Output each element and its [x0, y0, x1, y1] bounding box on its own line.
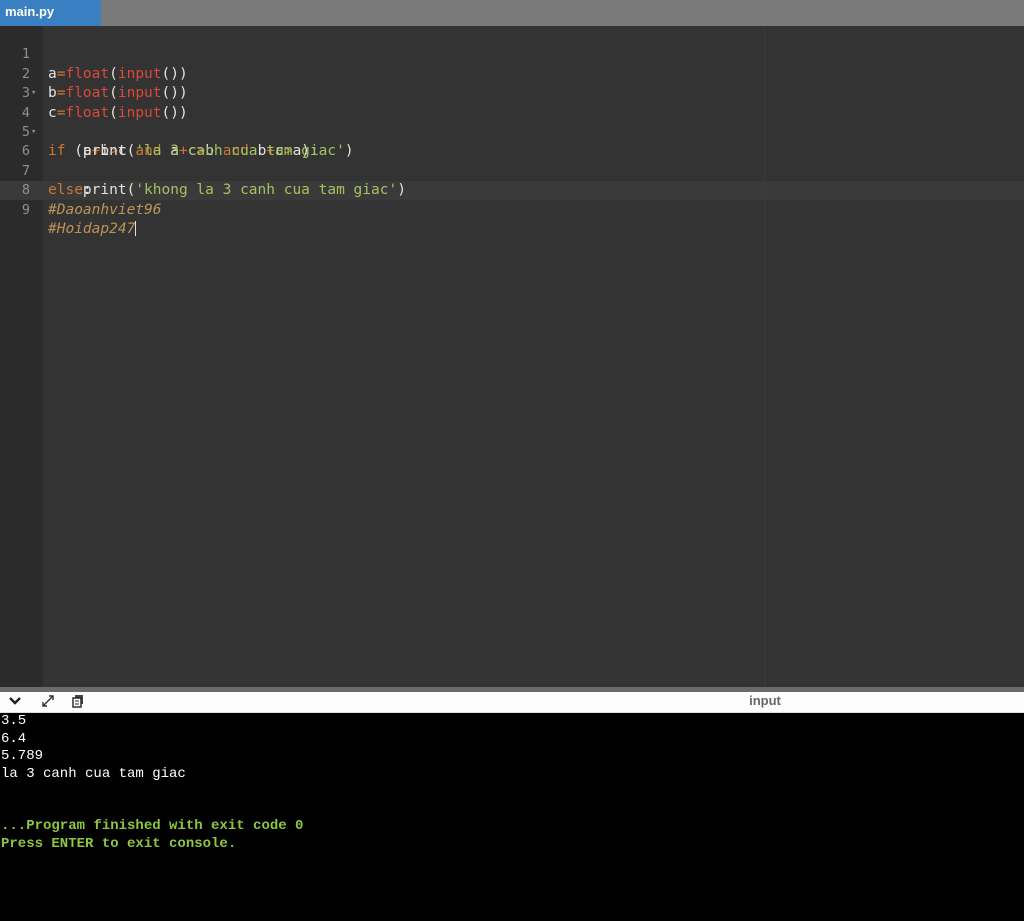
code-editor[interactable]: 1 a=float(input()) 2 b=float(input()) 3 … — [0, 26, 1024, 687]
fold-toggle-icon[interactable]: ▾ — [31, 84, 36, 103]
line-source: #Daoanhviet96 — [48, 201, 162, 218]
copy-icon[interactable] — [70, 694, 86, 710]
code-lines: 1 a=float(input()) 2 b=float(input()) 3 … — [0, 26, 1024, 237]
code-line-6[interactable]: 6 ▾ else: — [0, 123, 1024, 198]
tab-bar: main.py — [0, 0, 1024, 26]
code-line-2[interactable]: 2 b=float(input()) — [0, 45, 1024, 101]
console-toolbar: input — [0, 692, 1024, 713]
text-cursor — [135, 221, 137, 237]
code-line-9[interactable]: 9 #Hoidap247 — [0, 181, 1024, 237]
console-line: 5.789 — [1, 748, 44, 764]
console-line: la 3 canh cua tam giac — [1, 765, 186, 782]
code-line-3[interactable]: 3 c=float(input()) — [0, 65, 1024, 120]
chevron-down-icon[interactable] — [7, 694, 23, 710]
console-exit-message: ...Program finished with exit code 0 — [1, 818, 304, 834]
console-output[interactable]: 3.5 6.4 5.789 la 3 canh cua tam giac ...… — [0, 713, 1024, 921]
input-label[interactable]: input — [700, 693, 830, 708]
code-line-1[interactable]: 1 a=float(input()) — [0, 26, 1024, 81]
tab-main-py[interactable]: main.py — [0, 0, 101, 26]
fold-toggle-icon[interactable]: ▾ — [31, 123, 36, 142]
line-number: 9 — [21, 201, 30, 218]
console-exit-prompt: Press ENTER to exit console. — [1, 835, 237, 852]
code-line-5[interactable]: 5 print('la 3 canh cua tam giac') — [0, 104, 1024, 159]
line-source: #Hoidap247 — [48, 220, 137, 237]
console-line: 6.4 — [1, 730, 27, 747]
code-line-7[interactable]: 7 print('khong la 3 canh cua tam giac') — [0, 142, 1024, 198]
code-line-4[interactable]: 4 ▾ if (a+b>c and a+c>b and b+c>a): — [0, 84, 1024, 159]
console-line: 3.5 — [1, 713, 27, 729]
expand-icon[interactable] — [40, 694, 56, 710]
code-line-8[interactable]: 8 #Daoanhviet96 — [0, 162, 1024, 217]
